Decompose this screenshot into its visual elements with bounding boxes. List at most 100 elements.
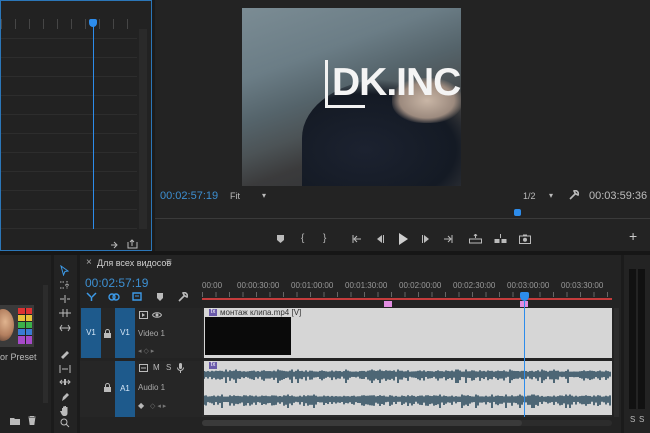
play-icon[interactable] xyxy=(398,233,408,245)
marker-icon[interactable] xyxy=(156,292,164,302)
keyframe-nav[interactable]: ◂ ◇ ▸ xyxy=(138,347,154,355)
ruler-tick-label: 00:03:30:00 xyxy=(561,281,604,290)
close-tab-icon[interactable]: × xyxy=(86,257,92,268)
folder-icon[interactable] xyxy=(10,417,20,425)
ruler-tick-label: 00:03:00:00 xyxy=(507,281,550,290)
audio-meter-panel: S S xyxy=(624,255,650,433)
linked-selection-icon[interactable] xyxy=(108,292,120,302)
slip-tool-icon[interactable] xyxy=(59,364,71,374)
audio-waveform xyxy=(204,369,611,408)
timeline-timecode[interactable]: 00:02:57:19 xyxy=(85,276,148,290)
mark-out-icon[interactable]: } xyxy=(323,234,326,244)
lock-icon[interactable] xyxy=(104,329,111,338)
project-scrollbar[interactable] xyxy=(43,285,48,403)
in-point-marker[interactable] xyxy=(384,301,392,307)
track-name-a1: Audio 1 xyxy=(138,383,166,392)
program-mini-ruler[interactable] xyxy=(155,208,650,219)
timeline-panel: × Для всех видосов ≡ 00:02:57:19 00:00 0… xyxy=(80,255,621,433)
clip-thumbnail xyxy=(205,317,291,355)
snap-icon[interactable] xyxy=(86,292,97,302)
keyframe-nav[interactable]: ◇ ◂ ▸ xyxy=(150,402,166,410)
timeline-tab[interactable]: × Для всех видосов ≡ xyxy=(80,255,200,269)
source-scrollbar[interactable] xyxy=(139,29,147,229)
program-monitor-panel: DK.INC 00:02:57:19 Fit ▾ 1/2 ▾ 00:03:59:… xyxy=(155,0,650,251)
video-track-v1[interactable]: fx монтаж клипа.mp4 [V] xyxy=(202,308,612,358)
solo-right-button[interactable]: S xyxy=(639,415,644,424)
timeline-horizontal-scrollbar[interactable] xyxy=(202,420,612,426)
chevron-down-icon: ▾ xyxy=(549,191,554,200)
razor-tool-icon[interactable] xyxy=(59,349,70,359)
source-ruler xyxy=(1,19,141,29)
ruler-tick-label: 00:02:30:00 xyxy=(453,281,496,290)
go-to-out-icon[interactable] xyxy=(443,234,454,244)
meter-left xyxy=(629,269,636,409)
ruler-tick-label: 00:00 xyxy=(202,281,223,290)
export-frame-icon[interactable] xyxy=(110,239,120,249)
timeline-vertical-scrollbar[interactable] xyxy=(614,308,619,417)
clip-fx-badge: fx xyxy=(209,309,217,316)
chevron-down-icon: ▾ xyxy=(262,191,267,200)
preset-label: or Preset xyxy=(0,352,37,362)
video-clip[interactable]: fx монтаж клипа.mp4 [V] xyxy=(204,308,612,358)
fit-dropdown[interactable]: Fit ▾ xyxy=(230,191,272,203)
eye-icon[interactable] xyxy=(152,311,162,319)
meter-right xyxy=(638,269,645,409)
microphone-icon[interactable] xyxy=(177,363,184,373)
lift-icon[interactable] xyxy=(469,234,482,244)
track-select-tool-icon[interactable] xyxy=(59,280,71,290)
lock-icon[interactable] xyxy=(104,383,111,392)
film-icon[interactable] xyxy=(139,311,148,319)
color-swatch-grid xyxy=(18,308,32,344)
sync-lock-icon[interactable] xyxy=(139,364,148,372)
solo-button[interactable]: S xyxy=(166,363,171,372)
rate-stretch-tool-icon[interactable] xyxy=(59,323,71,333)
step-forward-icon[interactable] xyxy=(421,234,431,244)
source-monitor-panel xyxy=(0,0,152,251)
timeline-ruler[interactable]: 00:00 00:00:30:00 00:01:00:00 00:01:30:0… xyxy=(202,279,612,301)
ruler-tick-label: 00:01:00:00 xyxy=(291,281,334,290)
wrench-icon[interactable] xyxy=(177,292,188,303)
video-overlay-title: DK.INC xyxy=(325,60,461,110)
ripple-edit-tool-icon[interactable] xyxy=(59,294,71,304)
program-current-timecode[interactable]: 00:02:57:19 xyxy=(160,190,218,202)
tab-menu-icon[interactable]: ≡ xyxy=(166,257,172,268)
source-playhead-line xyxy=(93,25,94,229)
mark-in-icon[interactable]: { xyxy=(301,234,304,244)
solo-left-button[interactable]: S xyxy=(630,415,635,424)
camera-icon[interactable] xyxy=(519,234,531,244)
go-to-in-icon[interactable] xyxy=(351,234,362,244)
add-marker-icon[interactable] xyxy=(132,292,142,302)
track-target-a1[interactable]: A1 xyxy=(115,361,135,417)
extract-icon[interactable] xyxy=(494,234,507,244)
source-grid xyxy=(1,29,137,229)
overlay-text: DK.INC xyxy=(332,61,461,104)
resolution-dropdown[interactable]: 1/2 ▾ xyxy=(523,191,563,203)
fit-label: Fit xyxy=(230,191,240,201)
thumbnail-face xyxy=(0,309,14,341)
work-area-bar[interactable] xyxy=(202,298,612,300)
audio-track-a1[interactable]: fx xyxy=(202,361,612,417)
program-playhead-handle[interactable] xyxy=(514,209,521,216)
marker-icon[interactable] xyxy=(276,234,285,244)
lumetri-preset-thumbnail[interactable] xyxy=(0,305,34,347)
step-back-icon[interactable] xyxy=(375,234,385,244)
selection-tool-icon[interactable] xyxy=(60,265,69,276)
button-editor-icon[interactable] xyxy=(127,239,138,249)
program-transport-controls: { } + xyxy=(155,229,650,246)
rolling-edit-tool-icon[interactable] xyxy=(59,308,71,318)
hand-tool-icon[interactable] xyxy=(60,405,70,416)
zoom-tool-icon[interactable] xyxy=(60,418,70,428)
slide-tool-icon[interactable] xyxy=(59,377,71,387)
trash-icon[interactable] xyxy=(28,416,36,425)
volume-keyframe-icon[interactable]: ◆ xyxy=(138,401,144,411)
scrollbar-thumb[interactable] xyxy=(202,420,522,426)
wrench-icon[interactable] xyxy=(568,190,579,201)
source-patch-v1[interactable]: V1 xyxy=(81,308,101,358)
mute-button[interactable]: M xyxy=(153,363,160,372)
audio-clip[interactable]: fx xyxy=(204,361,612,415)
project-panel: or Preset xyxy=(0,255,51,433)
add-button-icon[interactable]: + xyxy=(629,229,637,243)
pen-tool-icon[interactable] xyxy=(60,392,70,402)
ruler-ticks xyxy=(202,292,612,297)
track-target-v1[interactable]: V1 xyxy=(115,308,135,358)
